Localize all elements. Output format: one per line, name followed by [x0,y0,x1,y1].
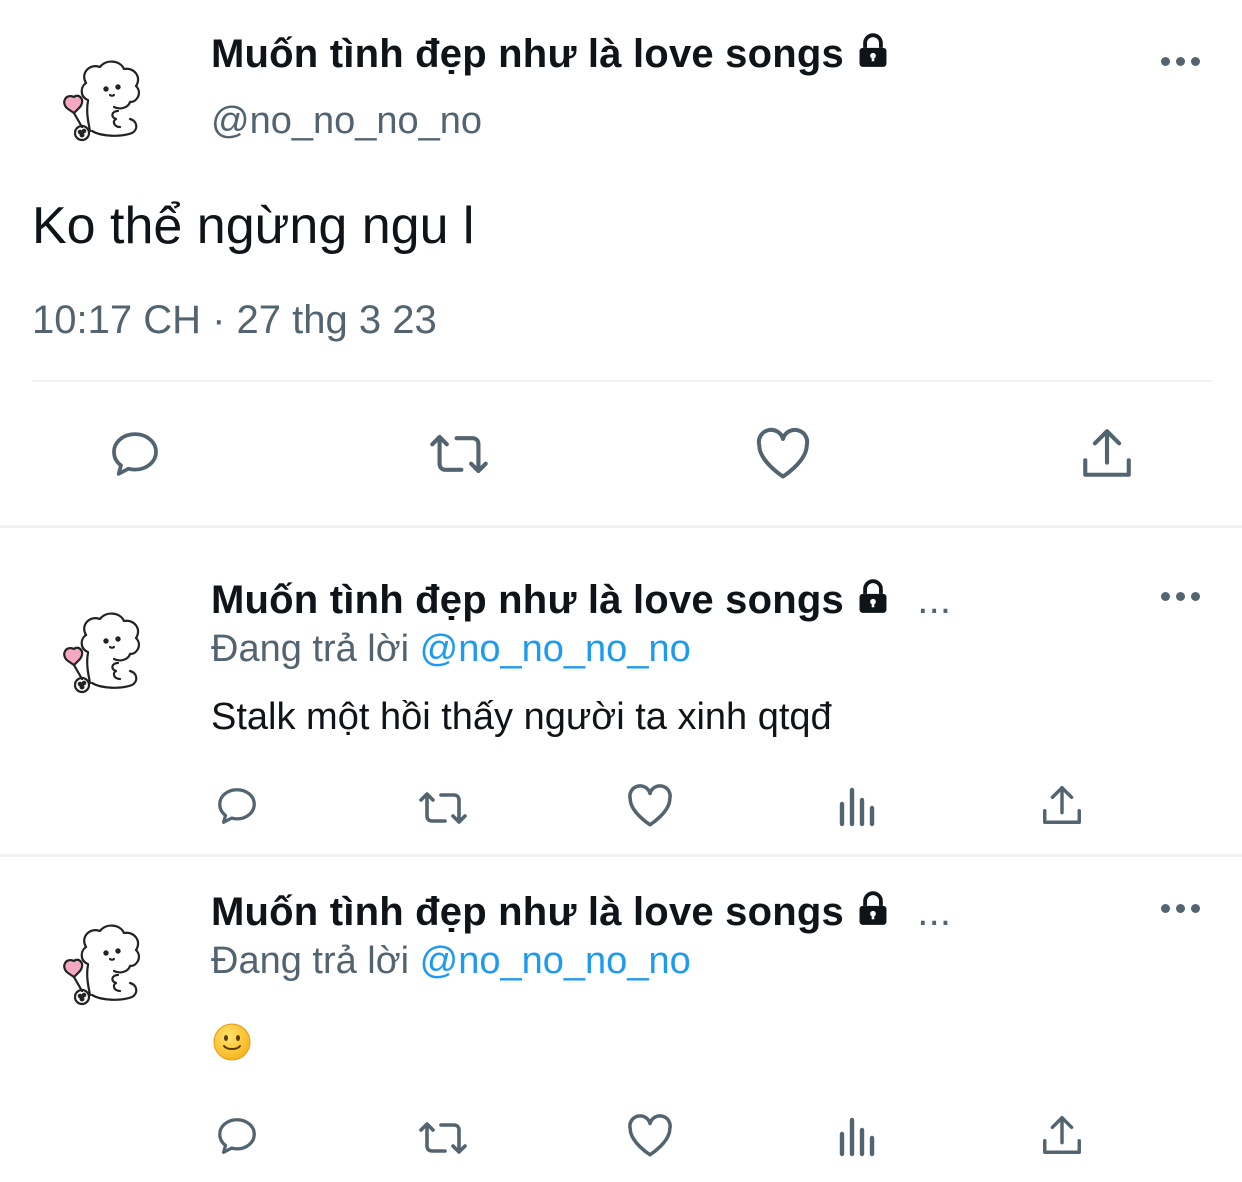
analytics-icon[interactable] [834,784,878,828]
lock-icon [854,890,892,938]
smile-emoji-icon: 🙂 [212,1022,252,1062]
like-icon[interactable] [625,783,675,829]
share-icon[interactable] [1040,782,1084,828]
section-divider [0,525,1242,528]
avatar[interactable] [52,909,156,1013]
mention-link[interactable]: @no_no_no_no [420,940,691,982]
retweet-icon[interactable] [425,427,493,481]
share-icon[interactable] [1080,424,1134,482]
divider [32,380,1212,382]
display-name[interactable]: Muốn tình đẹp như là love songs [211,578,844,622]
avatar[interactable] [52,597,156,701]
display-name[interactable]: Muốn tình đẹp như là love songs [211,890,844,934]
more-icon[interactable] [1161,592,1200,601]
avatar[interactable] [52,45,156,149]
analytics-icon[interactable] [834,1114,878,1158]
mention-link[interactable]: @no_no_no_no [420,628,691,670]
retweet-icon[interactable] [414,786,472,830]
tweet-text: Ko thể ngừng ngu l [32,197,475,255]
section-divider [0,854,1242,857]
lock-icon [854,578,892,626]
retweet-icon[interactable] [414,1116,472,1160]
like-icon[interactable] [753,426,813,482]
user-handle[interactable]: @no_no_no_no [211,100,482,143]
tweet-text: Stalk một hồi thấy người ta xinh qtqđ [211,696,832,738]
reply-icon[interactable] [106,426,164,482]
replying-to-line: Đang trả lời @no_no_no_no [211,628,691,671]
share-icon[interactable] [1040,1112,1084,1158]
like-icon[interactable] [625,1113,675,1159]
truncation-ellipsis: ... [917,578,952,622]
tweet-timestamp[interactable]: 10:17 CH · 27 thg 3 23 [32,298,437,343]
reply-icon[interactable] [213,1113,261,1159]
replying-prefix: Đang trả lời [211,628,410,670]
more-icon[interactable] [1161,57,1200,66]
reply-icon[interactable] [213,783,261,829]
truncation-ellipsis: ... [917,890,952,934]
replying-to-line: Đang trả lời @no_no_no_no [211,940,691,983]
more-icon[interactable] [1161,904,1200,913]
replying-prefix: Đang trả lời [211,940,410,982]
display-name[interactable]: Muốn tình đẹp như là love songs [211,32,844,76]
lock-icon [854,32,892,80]
